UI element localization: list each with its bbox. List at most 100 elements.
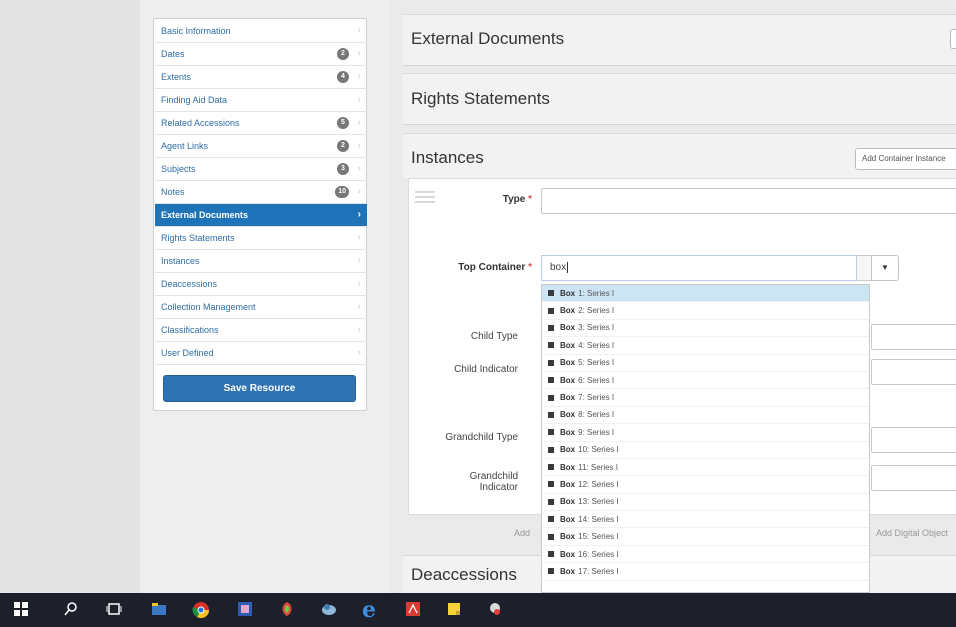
file-explorer-icon[interactable] bbox=[150, 601, 168, 619]
option-label: 1: Series I bbox=[578, 288, 615, 298]
option-type: Box bbox=[560, 306, 576, 316]
app-page: Basic Information › Dates 2 › Extents 4 › Findin… bbox=[0, 0, 956, 593]
sidebar-item-classifications[interactable]: Classifications › bbox=[155, 319, 367, 342]
box-icon bbox=[548, 551, 554, 558]
child-indicator-input[interactable] bbox=[871, 359, 956, 385]
top-container-option[interactable]: Box 17: Series I bbox=[542, 563, 869, 581]
option-type: Box bbox=[560, 393, 576, 403]
chevron-right-icon: › bbox=[357, 209, 361, 220]
pdf-icon[interactable] bbox=[404, 601, 422, 619]
top-container-option[interactable]: Box 6: Series I bbox=[542, 372, 869, 390]
top-container-option[interactable]: Box 10: Series I bbox=[542, 442, 869, 459]
top-container-option[interactable]: Box 15: Series I bbox=[542, 528, 869, 546]
option-label: 13: Series I bbox=[578, 497, 619, 507]
top-container-addon bbox=[857, 255, 871, 281]
option-label: 11: Series I bbox=[578, 462, 618, 472]
sidebar-item-subjects[interactable]: Subjects 3 › bbox=[155, 158, 367, 181]
app-icon-3[interactable] bbox=[320, 601, 338, 619]
left-margin bbox=[0, 0, 140, 593]
sidebar-item-external-documents[interactable]: External Documents › bbox=[155, 204, 367, 227]
chrome-icon[interactable] bbox=[192, 601, 210, 619]
top-container-input[interactable]: box bbox=[541, 255, 857, 281]
box-icon bbox=[548, 307, 554, 314]
option-label: 16: Series I bbox=[578, 549, 619, 559]
box-icon bbox=[548, 498, 554, 505]
sidebar-nav: Basic Information › Dates 2 › Extents 4 › Findin… bbox=[153, 18, 367, 411]
top-container-option[interactable]: Box 9: Series I bbox=[542, 424, 869, 442]
sidebar-item-extents[interactable]: Extents 4 › bbox=[155, 66, 367, 89]
chevron-right-icon: › bbox=[357, 347, 361, 358]
sticky-notes-icon[interactable] bbox=[445, 601, 463, 619]
option-label: 7: Series I bbox=[578, 393, 615, 403]
sidebar-item-notes[interactable]: Notes 10 › bbox=[155, 181, 367, 204]
sidebar-item-finding-aid-data[interactable]: Finding Aid Data › bbox=[155, 89, 367, 112]
top-container-dropdown-button[interactable]: ▼ bbox=[871, 255, 899, 281]
grandchild-indicator-label: Grandchild Indicator bbox=[469, 471, 518, 493]
top-container-option[interactable]: Box 14: Series I bbox=[542, 511, 869, 529]
sidebar-item-collection-management[interactable]: Collection Management › bbox=[155, 296, 367, 319]
count-badge: 4 bbox=[337, 71, 349, 83]
rights-statements-title: Rights Statements bbox=[411, 89, 550, 108]
add-container-instance-button[interactable]: Add Container Instance bbox=[855, 148, 956, 170]
sidebar-item-rights-statements[interactable]: Rights Statements › bbox=[155, 227, 367, 250]
save-resource-button[interactable]: Save Resource bbox=[163, 375, 356, 402]
option-label: 2: Series I bbox=[578, 306, 615, 316]
option-label: 8: Series I bbox=[578, 410, 615, 420]
box-icon bbox=[548, 411, 554, 418]
app-icon-4[interactable] bbox=[486, 601, 504, 619]
top-container-option[interactable]: Box 4: Series I bbox=[542, 337, 869, 355]
sidebar-item-related-accessions[interactable]: Related Accessions 5 › bbox=[155, 112, 367, 135]
instances-title: Instances bbox=[411, 148, 484, 167]
top-container-option[interactable]: Box 12: Series I bbox=[542, 476, 869, 494]
sidebar-item-label: Collection Management bbox=[161, 302, 256, 312]
grandchild-type-select[interactable] bbox=[871, 427, 956, 453]
box-icon bbox=[548, 324, 554, 331]
chevron-right-icon: › bbox=[357, 186, 361, 197]
top-container-option[interactable]: Box 16: Series I bbox=[542, 546, 869, 564]
top-container-option[interactable]: Box 1: Series I bbox=[542, 285, 869, 303]
option-type: Box bbox=[560, 479, 576, 489]
option-label: 12: Series I bbox=[578, 479, 619, 489]
box-icon bbox=[548, 533, 554, 540]
sidebar-item-agent-links[interactable]: Agent Links 2 › bbox=[155, 135, 367, 158]
top-container-option[interactable]: Box 11: Series I bbox=[542, 459, 869, 477]
sidebar-item-label: Instances bbox=[161, 256, 200, 266]
add-digital-object-link[interactable]: Add Digital Object bbox=[876, 528, 948, 538]
add-external-document-button[interactable] bbox=[950, 29, 956, 49]
search-icon[interactable] bbox=[62, 601, 80, 619]
top-container-option[interactable]: Box 2: Series I bbox=[542, 302, 869, 320]
chevron-right-icon: › bbox=[357, 140, 361, 151]
app-icon[interactable] bbox=[236, 601, 254, 619]
sidebar-item-deaccessions[interactable]: Deaccessions › bbox=[155, 273, 367, 296]
sidebar-item-basic-information[interactable]: Basic Information › bbox=[155, 20, 367, 43]
sidebar-item-user-defined[interactable]: User Defined › bbox=[155, 342, 367, 365]
chevron-right-icon: › bbox=[357, 48, 361, 59]
add-instance-link[interactable]: Add bbox=[514, 528, 530, 538]
grandchild-indicator-input[interactable] bbox=[871, 465, 956, 491]
edge-icon[interactable]: e bbox=[360, 599, 378, 621]
task-view-icon[interactable] bbox=[105, 601, 123, 619]
caret-down-icon: ▼ bbox=[881, 263, 889, 272]
top-container-option[interactable]: Box 3: Series I bbox=[542, 320, 869, 338]
option-type: Box bbox=[560, 445, 576, 455]
type-select[interactable] bbox=[541, 188, 956, 214]
top-container-option[interactable]: Box 7: Series I bbox=[542, 389, 869, 407]
top-container-option[interactable]: Box 13: Series I bbox=[542, 494, 869, 512]
child-type-select[interactable] bbox=[871, 324, 956, 350]
app-icon-2[interactable] bbox=[278, 601, 296, 619]
count-badge: 2 bbox=[337, 140, 349, 152]
top-container-option[interactable]: Box 8: Series I bbox=[542, 407, 869, 425]
sidebar-item-label: Deaccessions bbox=[161, 279, 218, 289]
count-badge: 5 bbox=[337, 117, 349, 129]
chevron-right-icon: › bbox=[357, 324, 361, 335]
option-type: Box bbox=[560, 358, 576, 368]
sidebar-item-dates[interactable]: Dates 2 › bbox=[155, 43, 367, 66]
sidebar-item-label: Notes bbox=[161, 187, 185, 197]
top-container-option[interactable]: Box 5: Series I bbox=[542, 355, 869, 372]
box-icon bbox=[548, 568, 554, 575]
external-documents-title: External Documents bbox=[411, 29, 565, 48]
sidebar-item-instances[interactable]: Instances › bbox=[155, 250, 367, 273]
drag-handle-icon[interactable] bbox=[415, 191, 435, 207]
option-label: 17: Series I bbox=[578, 566, 619, 576]
windows-start-icon[interactable] bbox=[12, 601, 30, 619]
